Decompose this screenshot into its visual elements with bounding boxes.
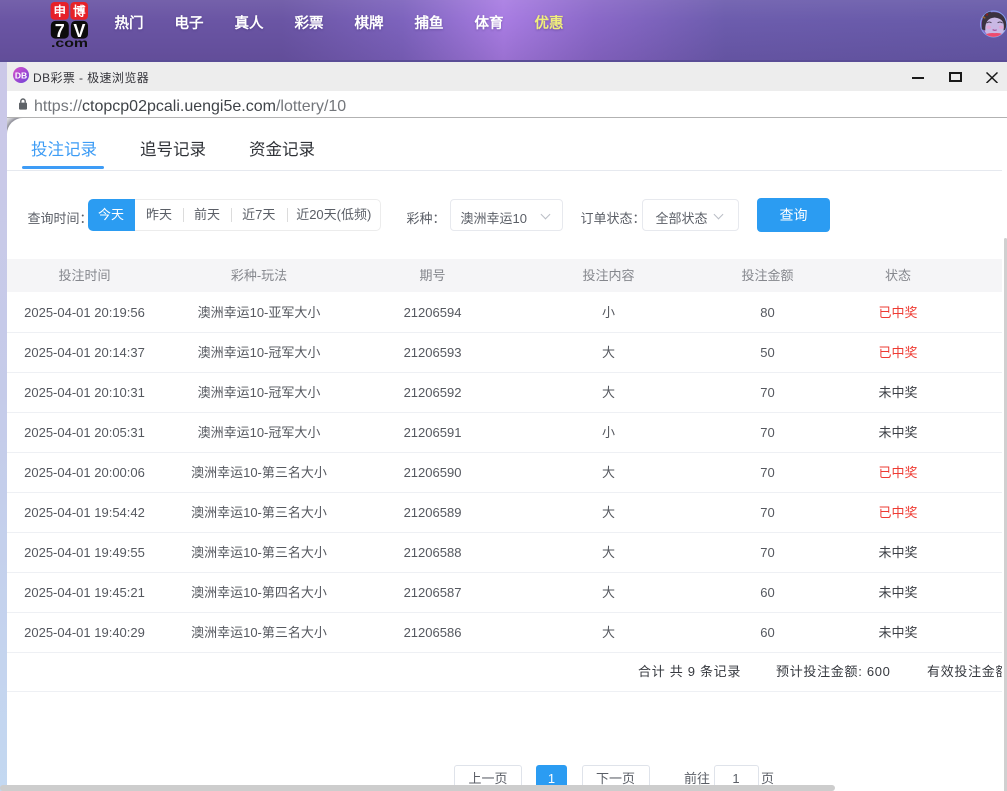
svg-text:DB: DB [15, 70, 27, 80]
svg-text:申: 申 [53, 3, 66, 18]
svg-text:博: 博 [73, 3, 86, 18]
svg-text:.com: .com [51, 38, 88, 48]
